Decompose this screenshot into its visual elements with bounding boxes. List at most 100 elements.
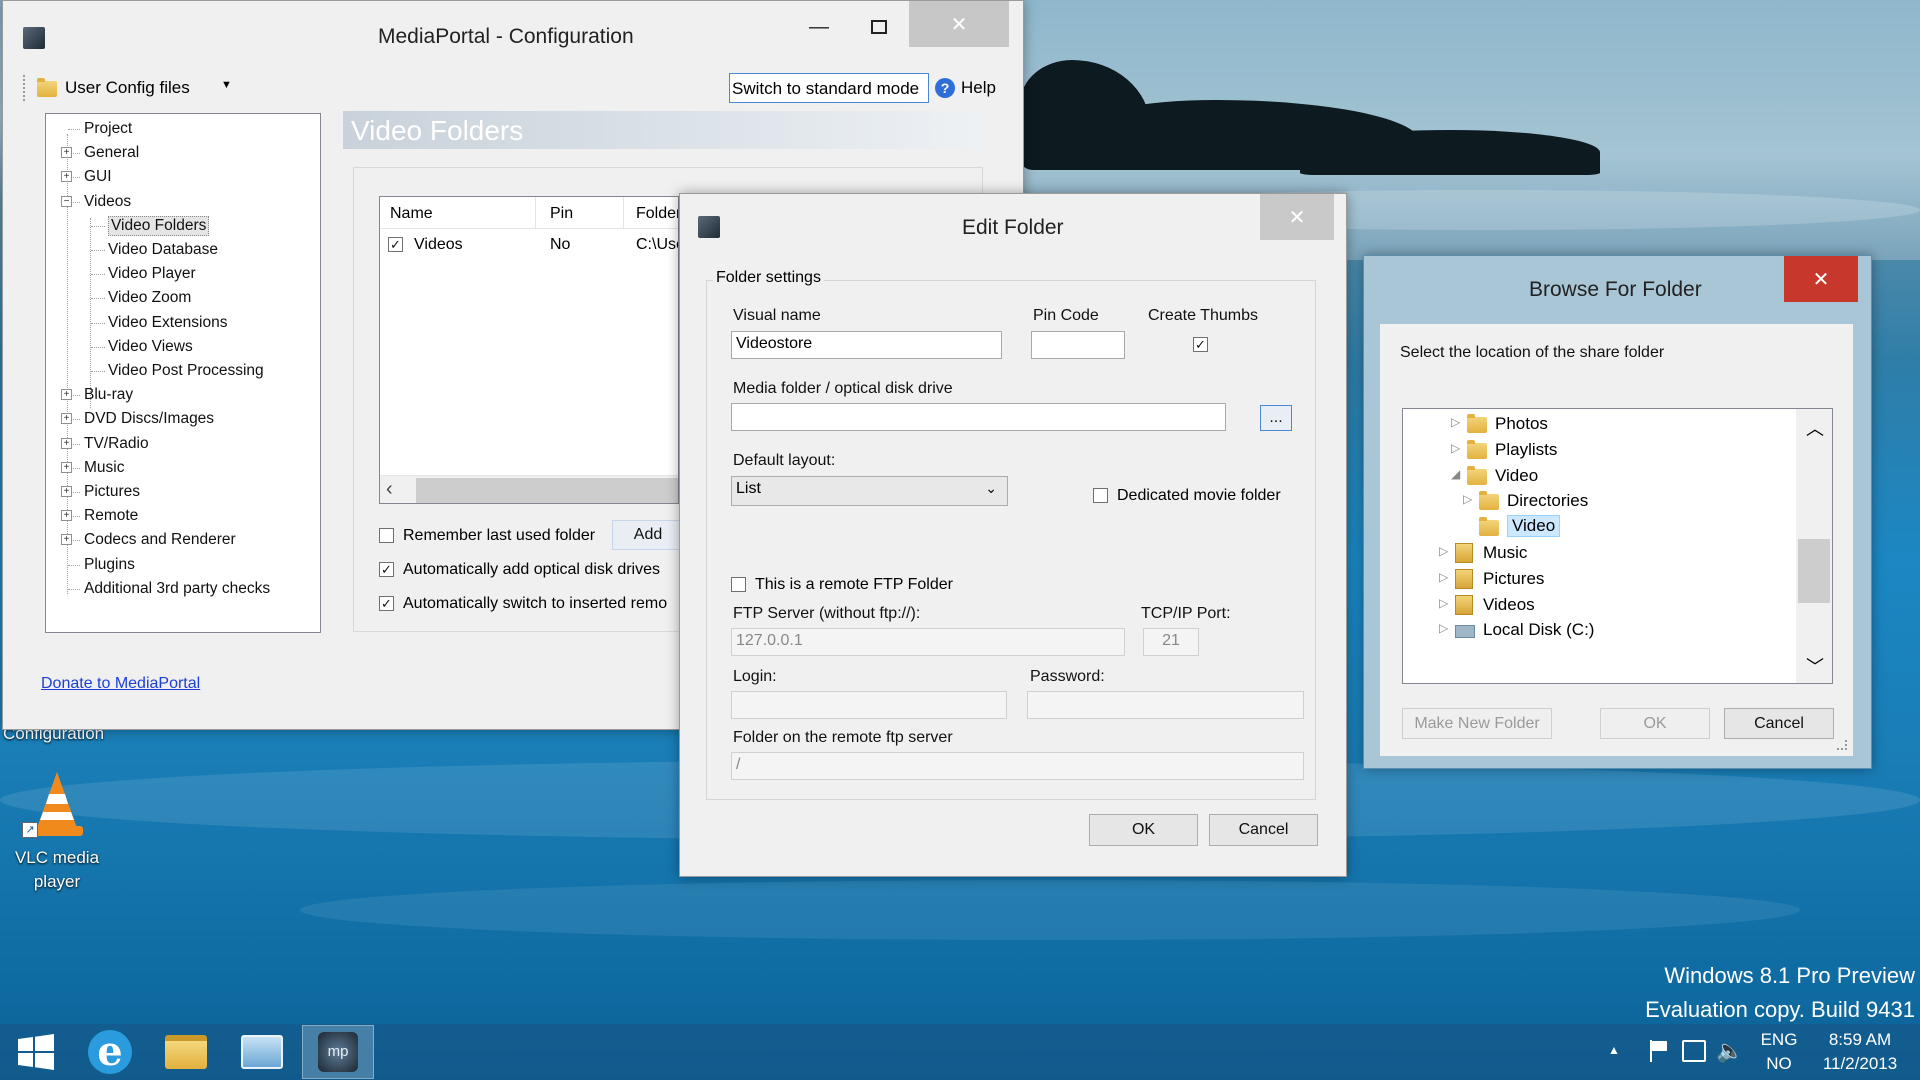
mediaportal-titlebar[interactable]: MediaPortal - Configuration — ✕ [3, 1, 1023, 69]
tree-item[interactable]: + Remote [46, 505, 316, 527]
tree-item[interactable]: Video Folders [46, 215, 316, 237]
expand-arrow-icon[interactable]: ▷ [1451, 415, 1460, 429]
list-item[interactable]: ◢ Video [1403, 463, 1793, 488]
donate-link[interactable]: Donate to MediaPortal [41, 675, 200, 693]
option-remember-row[interactable]: Remember last used folder [379, 524, 639, 548]
tree-item[interactable]: + Codecs and Renderer [46, 529, 316, 551]
expand-icon[interactable]: + [61, 437, 72, 449]
taskbar-internet-explorer[interactable]: e [74, 1025, 146, 1079]
port-input[interactable]: 21 [1143, 628, 1199, 656]
browse-button[interactable]: ... [1260, 405, 1292, 431]
option-checkbox[interactable]: ✓ [379, 562, 394, 577]
remote-folder-input[interactable]: / [731, 752, 1304, 780]
cancel-button[interactable]: Cancel [1724, 708, 1834, 739]
browse-titlebar[interactable]: Browse For Folder ✕ [1364, 256, 1871, 306]
login-input[interactable] [731, 691, 1007, 719]
tree-item[interactable]: − Videos [46, 191, 316, 213]
tree-item[interactable]: Project [46, 118, 316, 140]
scroll-thumb[interactable] [1798, 539, 1830, 603]
tree-item[interactable]: Video Zoom [46, 287, 316, 309]
horizontal-scrollbar[interactable]: ‹ [380, 475, 678, 503]
expand-arrow-icon[interactable]: ▷ [1439, 570, 1448, 584]
expand-arrow-icon[interactable]: ▷ [1463, 492, 1472, 506]
expand-arrow-icon[interactable]: ▷ [1451, 441, 1460, 455]
scroll-down-icon[interactable]: ﹀ [1806, 653, 1824, 679]
tray-show-hidden-icon[interactable]: ▲ [1608, 1043, 1620, 1057]
expand-icon[interactable]: + [61, 171, 72, 183]
list-item[interactable]: ▷ Videos [1403, 592, 1793, 617]
add-button[interactable]: Add [612, 520, 684, 550]
expand-icon[interactable]: + [61, 413, 72, 425]
create-thumbs-checkbox[interactable]: ✓ [1193, 337, 1208, 352]
list-item[interactable]: ▷ Directories [1403, 488, 1793, 513]
close-button[interactable]: ✕ [909, 1, 1009, 47]
minimize-button[interactable]: — [789, 1, 849, 53]
make-new-folder-button[interactable]: Make New Folder [1402, 708, 1552, 739]
help-button[interactable]: ? Help [935, 74, 1005, 102]
password-input[interactable] [1027, 691, 1304, 719]
media-folder-input[interactable] [731, 403, 1226, 431]
scroll-up-icon[interactable]: ︿ [1806, 415, 1824, 441]
option-checkbox[interactable] [379, 528, 394, 543]
switch-mode-button[interactable]: Switch to standard mode [729, 73, 929, 103]
column-name[interactable]: Name [390, 205, 433, 223]
taskbar-control-panel[interactable] [226, 1025, 298, 1079]
list-item[interactable]: Video [1403, 514, 1793, 539]
tree-item[interactable]: + GUI [46, 166, 316, 188]
tree-item[interactable]: Video Database [46, 239, 316, 261]
dedicated-checkbox[interactable] [1093, 488, 1108, 503]
expand-icon[interactable]: + [61, 461, 72, 473]
folder-list[interactable]: Name Pin Folder ✓ Videos No C:\Use ‹ [379, 196, 679, 504]
close-button[interactable]: ✕ [1260, 194, 1334, 240]
list-item[interactable]: ▷ Photos [1403, 411, 1793, 436]
expand-icon[interactable]: + [61, 389, 72, 401]
expand-arrow-icon[interactable]: ▷ [1439, 621, 1448, 635]
tree-item[interactable]: + General [46, 142, 316, 164]
expand-icon[interactable]: + [61, 486, 72, 497]
tree-item[interactable]: + DVD Discs/Images [46, 408, 316, 430]
collapse-arrow-icon[interactable]: ◢ [1451, 467, 1460, 481]
volume-icon[interactable]: 🔈 [1716, 1038, 1743, 1064]
collapse-icon[interactable]: − [61, 195, 72, 207]
expand-icon[interactable]: + [61, 534, 72, 546]
resize-grip[interactable] [1837, 740, 1847, 750]
option-optical-row[interactable]: ✓ Automatically add optical disk drives [379, 558, 679, 582]
expand-arrow-icon[interactable]: ▷ [1439, 544, 1448, 558]
row-checkbox[interactable]: ✓ [388, 237, 403, 252]
action-center-flag-icon[interactable] [1648, 1040, 1670, 1062]
option-switch-row[interactable]: ✓ Automatically switch to inserted remo [379, 592, 679, 616]
list-item[interactable]: ▷ Music [1403, 540, 1793, 565]
list-item[interactable]: ▷ Playlists [1403, 437, 1793, 462]
ok-button[interactable]: OK [1600, 708, 1710, 739]
tree-item[interactable]: Additional 3rd party checks [46, 578, 316, 600]
dedicated-folder-row[interactable]: Dedicated movie folder [1093, 485, 1293, 507]
remote-ftp-checkbox[interactable] [731, 577, 746, 592]
scroll-thumb[interactable] [416, 478, 678, 503]
language-indicator[interactable]: ENG NO [1756, 1030, 1802, 1076]
scroll-left-icon[interactable]: ‹ [386, 478, 393, 501]
column-pin[interactable]: Pin [550, 205, 573, 223]
cancel-button[interactable]: Cancel [1209, 814, 1318, 846]
taskbar-file-explorer[interactable] [150, 1025, 222, 1079]
maximize-button[interactable] [849, 1, 909, 53]
tree-item[interactable]: + Pictures [46, 481, 316, 503]
default-layout-select[interactable]: List ⌄ [731, 476, 1008, 506]
close-button[interactable]: ✕ [1784, 256, 1858, 302]
folder-tree[interactable]: ▷ Photos ▷ Playlists ◢ Video ▷ Directories Video… [1402, 408, 1833, 684]
expand-icon[interactable]: + [61, 510, 72, 522]
edit-folder-titlebar[interactable]: Edit Folder ✕ [680, 194, 1346, 244]
list-item[interactable]: ▷ Local Disk (C:) [1403, 617, 1793, 642]
tree-item[interactable]: Video Views [46, 336, 316, 358]
tree-item[interactable]: Video Post Processing [46, 360, 316, 382]
config-files-dropdown[interactable]: User Config files ▼ [33, 74, 232, 102]
network-icon[interactable] [1682, 1040, 1706, 1062]
clock[interactable]: 8:59 AM 11/2/2013 [1810, 1030, 1910, 1076]
list-item[interactable]: ▷ Pictures [1403, 566, 1793, 591]
column-folder[interactable]: Folder [636, 205, 678, 223]
ftp-server-input[interactable]: 127.0.0.1 [731, 628, 1125, 656]
tree-item[interactable]: Video Extensions [46, 312, 316, 334]
ok-button[interactable]: OK [1089, 814, 1198, 846]
tree-item[interactable]: + Blu-ray [46, 384, 316, 406]
desktop-icon-vlc[interactable]: ↗ VLC media player [10, 770, 104, 900]
taskbar-mediaportal[interactable]: mp [302, 1025, 374, 1079]
